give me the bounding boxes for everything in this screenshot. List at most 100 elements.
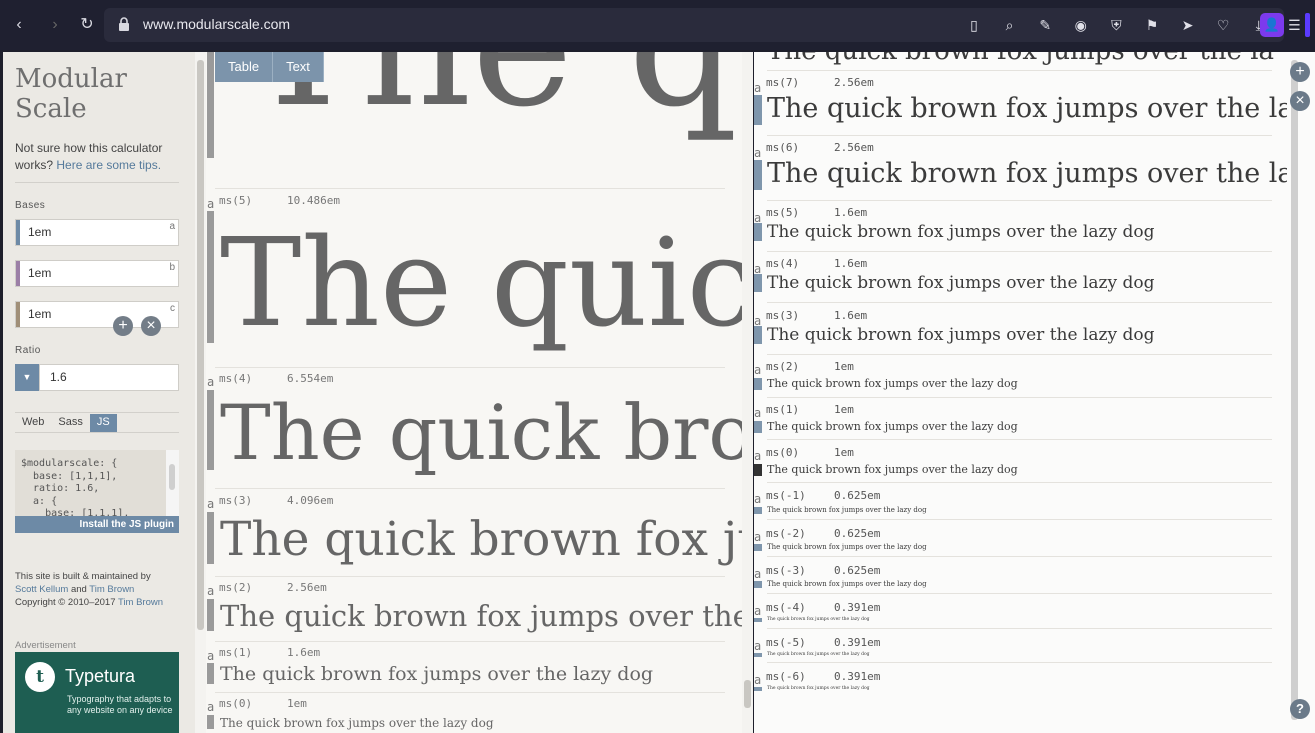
help-button[interactable]: ? — [1290, 699, 1310, 719]
install-plugin-button[interactable]: Install the JS plugin — [15, 516, 179, 533]
sample-text: The quick brown fox jumps over the lazy … — [767, 222, 1155, 242]
tab-js[interactable]: JS — [89, 414, 117, 432]
calculator-sidebar: Modular Scale Not sure how this calculat… — [3, 52, 195, 733]
sample-text: The quick brown fox jumps over the la — [220, 599, 753, 633]
sample-text: The quick brown fox jumps over the lazy … — [767, 686, 870, 691]
translate-icon[interactable]: ⚑ — [1140, 13, 1164, 37]
ratio-input[interactable]: 1.6 — [39, 364, 179, 391]
sample-text: The quick brown fox jumps over the la — [767, 158, 1287, 189]
base-a-color — [16, 220, 20, 245]
sample-text: The quick brown fox jumps over the lazy … — [767, 463, 1018, 476]
size-label: 0.391em — [834, 670, 881, 683]
send-icon[interactable]: ➤ — [1176, 13, 1200, 37]
output-tabs: Web Sass JS — [15, 414, 117, 432]
camera-icon[interactable]: ◉ — [1069, 13, 1093, 37]
step-label: ms(7) — [766, 76, 800, 89]
size-label: 1.6em — [834, 206, 868, 219]
credit-link-tim[interactable]: Tim Brown — [89, 584, 134, 595]
base-a-input[interactable]: 1em a — [15, 219, 179, 246]
step-label: ms(5) — [766, 206, 800, 219]
sample-text: The quick brown fox jumps over the lazy … — [220, 716, 494, 730]
sidebar-scrollbar[interactable] — [195, 52, 206, 733]
size-label: 1em — [834, 360, 854, 373]
sample-text: The quick brown fox jumps over the lazy … — [767, 506, 927, 514]
size-label: 0.625em — [834, 489, 881, 502]
typetura-ad[interactable]: t Typetura Typography that adapts to any… — [15, 652, 179, 733]
tips-text: Not sure how this calculator works? Here… — [15, 141, 163, 172]
step-label: ms(-5) — [766, 636, 806, 649]
step-label: ms(4) — [219, 372, 253, 385]
size-label: 0.625em — [834, 527, 881, 540]
table-view: Table Text The q a ms(5) 10.486em The qu… — [206, 52, 753, 733]
view-tabs: Table Text — [215, 52, 324, 82]
tab-sass[interactable]: Sass — [51, 414, 89, 432]
step-label: ms(-1) — [766, 489, 806, 502]
size-label: 0.391em — [834, 601, 881, 614]
step-label: ms(-6) — [766, 670, 806, 683]
remove-step-button[interactable]: × — [1290, 91, 1310, 111]
divider — [15, 182, 179, 183]
size-label: 10.486em — [287, 194, 340, 207]
shield-icon[interactable]: ⛨ — [1104, 13, 1128, 37]
size-label: 6.554em — [287, 372, 334, 385]
reload-icon[interactable]: ↻ — [75, 13, 99, 37]
step-label: ms(3) — [219, 494, 253, 507]
base-c-color — [16, 302, 20, 327]
forward-icon[interactable]: › — [43, 13, 67, 37]
divider — [15, 412, 179, 413]
menu-icon[interactable]: ☰ — [1282, 13, 1306, 37]
remove-base-button[interactable]: × — [141, 316, 161, 336]
sample-text: The quick brown fox jumps over the lazy … — [767, 325, 1155, 345]
url-text[interactable]: www.modularscale.com — [143, 16, 290, 32]
base-b-input[interactable]: 1em b — [15, 260, 179, 287]
sample-text: The quick brown fox jumps over the lazy … — [220, 663, 654, 685]
sample-text: The quick — [220, 212, 753, 354]
heart-icon[interactable]: ♡ — [1211, 13, 1235, 37]
ratio-dropdown[interactable]: ▼ — [15, 364, 39, 391]
add-step-button[interactable]: + — [1290, 62, 1310, 82]
step-label: ms(0) — [766, 446, 800, 459]
edit-icon[interactable]: ✎ — [1033, 13, 1057, 37]
size-label: 2.56em — [834, 76, 874, 89]
size-label: 1.6em — [834, 257, 868, 270]
tab-text[interactable]: Text — [273, 52, 324, 82]
ad-title: Typetura — [65, 666, 136, 686]
ad-text: Typography that adapts to any website on… — [67, 694, 173, 715]
tab-table[interactable]: Table — [215, 52, 274, 82]
sample-text: The quick brown fox jumps over the lazy … — [767, 543, 927, 551]
size-label: 1.6em — [287, 646, 321, 659]
step-label: ms(2) — [766, 360, 800, 373]
sample-text: The quick brow — [220, 388, 753, 477]
credit-link-scott[interactable]: Scott Kellum — [15, 584, 68, 595]
text-scrollbar[interactable] — [1287, 52, 1315, 733]
size-label: 4.096em — [287, 494, 334, 507]
step-label: ms(3) — [766, 309, 800, 322]
typetura-logo: t — [25, 662, 55, 692]
size-label: 0.625em — [834, 564, 881, 577]
reader-icon[interactable]: ▯ — [962, 13, 986, 37]
size-label: 1em — [834, 446, 854, 459]
advertisement-label: Advertisement — [15, 640, 76, 651]
code-output[interactable]: $modularscale: { base: [1,1,1], ratio: 1… — [15, 450, 179, 516]
size-label: 1em — [287, 697, 307, 710]
back-icon[interactable]: ‹ — [7, 13, 31, 37]
sample-text: The quick brown fox jumps over the lazy … — [767, 652, 870, 657]
step-label: ms(6) — [766, 141, 800, 154]
table-scrollbar[interactable] — [742, 52, 753, 733]
site-logo[interactable]: Modular Scale — [15, 64, 127, 124]
tips-link[interactable]: Here are some tips. — [56, 158, 161, 172]
profile-icon[interactable]: 👤 — [1260, 13, 1284, 37]
code-scrollbar[interactable] — [166, 450, 179, 516]
add-base-button[interactable]: + — [113, 316, 133, 336]
size-label: 2.56em — [287, 581, 327, 594]
sidebar-toggle[interactable] — [1305, 13, 1310, 37]
sample-text: The quick brown fox jum — [220, 512, 753, 567]
step-label: ms(0) — [219, 697, 253, 710]
step-label: ms(4) — [766, 257, 800, 270]
size-label: 2.56em — [834, 141, 874, 154]
lock-icon — [119, 17, 129, 31]
tab-web[interactable]: Web — [15, 414, 51, 432]
credit-link-tim-copyright[interactable]: Tim Brown — [118, 597, 163, 608]
zoom-icon[interactable]: ⌕ — [998, 13, 1022, 37]
size-label: 1.6em — [834, 309, 868, 322]
